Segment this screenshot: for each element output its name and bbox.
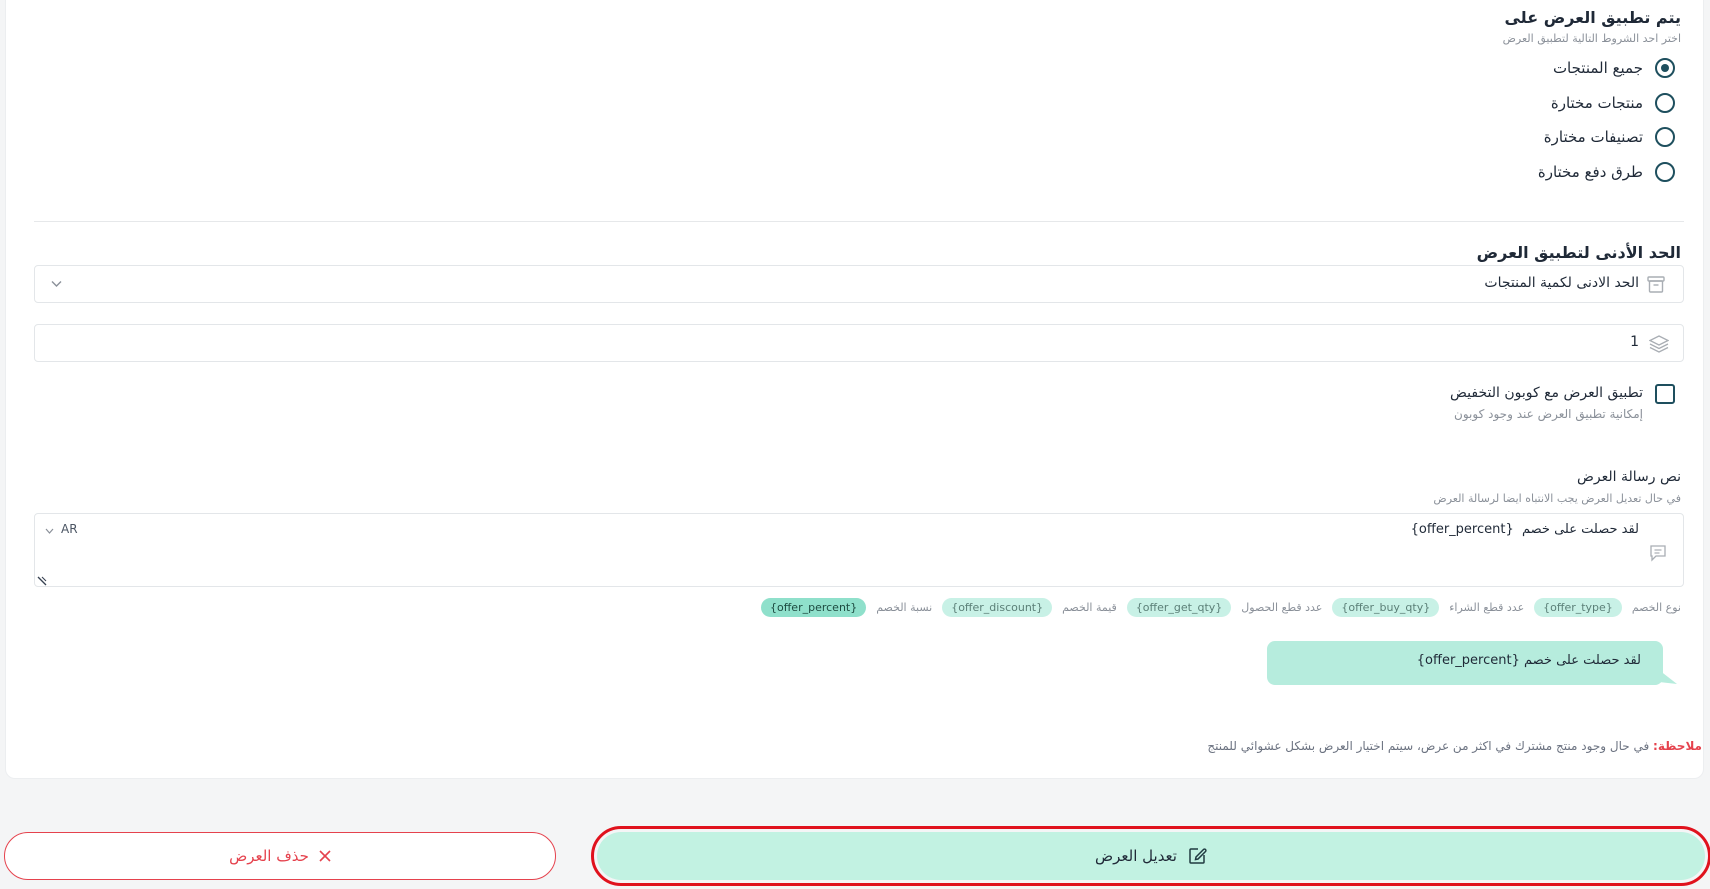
variable-label: نوع الخصم <box>1631 601 1681 614</box>
minimum-type-select[interactable]: الحد الادنى لكمية المنتجات <box>34 265 1684 303</box>
coupon-label: تطبيق العرض مع كوبون التخفيض <box>1450 385 1643 401</box>
message-subtitle: في حال تعديل العرض يجب الانتباه ايضا لرس… <box>1433 492 1681 505</box>
variable-label: نسبة الخصم <box>876 601 933 614</box>
archive-icon <box>1647 276 1665 293</box>
variable-chip-offer-discount[interactable]: {offer_discount} <box>942 598 1053 617</box>
offer-form-card: يتم تطبيق العرض على اختر احد الشروط التا… <box>5 0 1704 779</box>
radio-label: طرق دفع مختارة <box>1537 163 1643 181</box>
minimum-quantity-input[interactable]: 1 <box>34 324 1684 362</box>
offer-note: ملاحظة: في حال وجود منتج مشترك في اكثر م… <box>1207 739 1702 753</box>
radio-selected-categories[interactable]: تصنيفات مختارة <box>1544 127 1675 147</box>
message-preview-bubble: لقد حصلت على خصم {offer_percent} <box>1267 641 1663 685</box>
variable-label: قيمة الخصم <box>1062 601 1117 614</box>
variable-label: عدد قطع الحصول <box>1241 601 1323 614</box>
radio-label: جميع المنتجات <box>1552 59 1643 77</box>
note-label: ملاحظة: <box>1653 739 1702 753</box>
language-select[interactable]: AR <box>61 522 78 536</box>
layers-icon <box>1649 335 1669 353</box>
radio-selected-categories-control[interactable] <box>1655 127 1675 147</box>
radio-selected-products-control[interactable] <box>1655 93 1675 113</box>
variable-chip-offer-type[interactable]: {offer_type} <box>1534 598 1622 617</box>
delete-offer-button[interactable]: حذف العرض <box>4 832 556 880</box>
comment-icon <box>1650 545 1666 562</box>
note-text: في حال وجود منتج مشترك في اكثر من عرض، س… <box>1207 739 1650 753</box>
chevron-down-icon[interactable] <box>45 528 54 534</box>
minimum-title: الحد الأدنى لتطبيق العرض <box>1476 243 1681 262</box>
radio-all-products-control[interactable] <box>1655 58 1675 78</box>
delete-offer-label: حذف العرض <box>229 847 309 865</box>
variable-chip-offer-percent[interactable]: {offer_percent} <box>761 598 867 617</box>
radio-label: تصنيفات مختارة <box>1543 128 1643 146</box>
applies-on-subtitle: اختر احد الشروط التالية لتطبيق العرض <box>1502 32 1681 45</box>
section-divider <box>34 221 1684 222</box>
resize-handle-icon[interactable] <box>37 576 47 586</box>
applies-on-title: يتم تطبيق العرض على <box>1504 8 1681 27</box>
message-variables: نوع الخصم {offer_type} عدد قطع الشراء {o… <box>761 598 1681 617</box>
minimum-type-value: الحد الادنى لكمية المنتجات <box>1484 275 1639 291</box>
edit-offer-button[interactable]: تعديل العرض <box>591 826 1710 886</box>
coupon-description: إمكانية تطبيق العرض عند وجود كوبون <box>1454 407 1643 421</box>
bubble-tail <box>1659 670 1677 684</box>
edit-offer-label: تعديل العرض <box>1095 847 1177 865</box>
chevron-down-icon <box>51 281 62 287</box>
radio-selected-products[interactable]: منتجات مختارة <box>1551 93 1675 113</box>
variable-chip-offer-buy-qty[interactable]: {offer_buy_qty} <box>1332 598 1440 617</box>
radio-selected-payment-methods[interactable]: طرق دفع مختارة <box>1538 162 1675 182</box>
variable-label: عدد قطع الشراء <box>1449 601 1525 614</box>
message-preview-text: لقد حصلت على خصم {offer_percent} <box>1416 653 1641 668</box>
coupon-checkbox[interactable] <box>1655 384 1675 404</box>
message-title: نص رسالة العرض <box>1576 469 1681 485</box>
close-icon <box>319 850 331 862</box>
variable-chip-offer-get-qty[interactable]: {offer_get_qty} <box>1126 598 1232 617</box>
radio-all-products[interactable]: جميع المنتجات <box>1553 58 1675 78</box>
message-text: لقد حصلت على خصم {offer_percent} <box>1410 522 1639 537</box>
radio-selected-payment-methods-control[interactable] <box>1655 162 1675 182</box>
minimum-quantity-value: 1 <box>1630 334 1639 350</box>
message-textarea[interactable]: لقد حصلت على خصم {offer_percent} AR <box>34 513 1684 587</box>
edit-icon <box>1189 848 1207 864</box>
radio-label: منتجات مختارة <box>1550 94 1643 112</box>
language-value: AR <box>61 522 78 536</box>
